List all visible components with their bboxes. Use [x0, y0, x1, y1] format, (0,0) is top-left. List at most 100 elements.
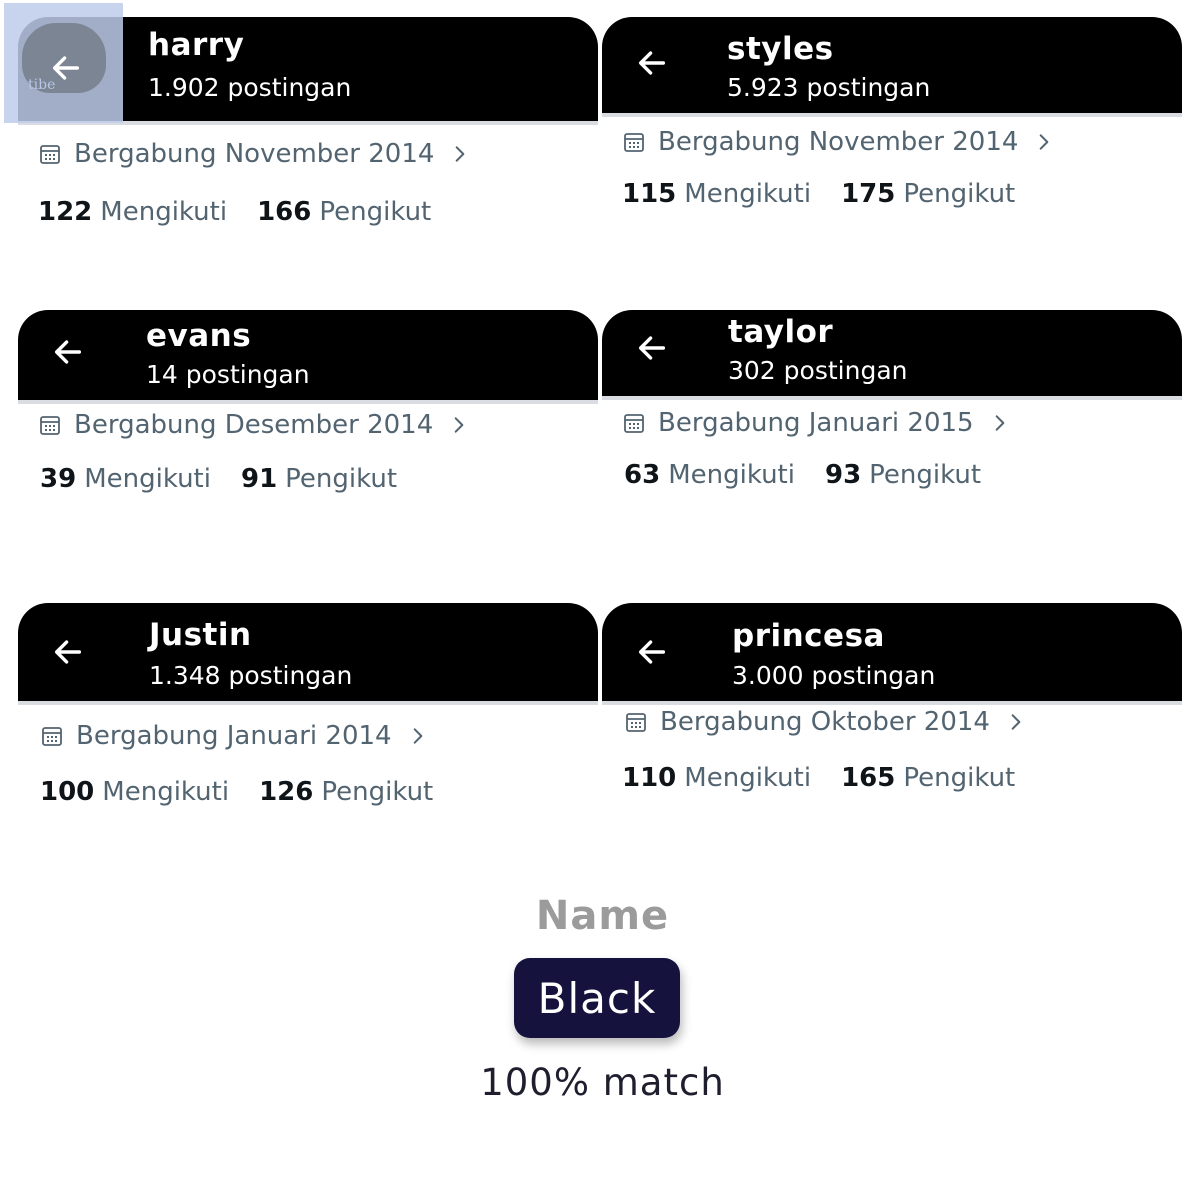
header-divider: [18, 400, 598, 404]
arrow-left-icon: [638, 640, 666, 664]
join-date-text: Bergabung November 2014: [74, 139, 435, 169]
chevron-right-icon: [413, 728, 422, 744]
calendar-icon: [624, 414, 644, 433]
profile-card-princesa: princesa 3.000 postingan Bergabung Oktob…: [602, 603, 1182, 863]
followers-link[interactable]: 165 Pengikut: [841, 763, 1015, 793]
followers-link[interactable]: 166 Pengikut: [257, 197, 431, 227]
following-label: Mengikuti: [100, 197, 228, 227]
following-link[interactable]: 110 Mengikuti: [622, 763, 811, 793]
back-button[interactable]: [48, 332, 88, 372]
calendar-icon: [626, 713, 646, 732]
profile-header: taylor 302 postingan: [602, 310, 1182, 396]
join-date-link[interactable]: Bergabung November 2014: [622, 127, 1054, 157]
post-count: 14 postingan: [146, 360, 310, 389]
calendar-icon: [40, 145, 60, 164]
watermark-text: tibe: [28, 77, 56, 93]
arrow-left-icon: [54, 640, 82, 664]
profile-name: taylor: [728, 314, 834, 350]
following-link[interactable]: 122 Mengikuti: [38, 197, 227, 227]
following-link[interactable]: 39 Mengikuti: [40, 464, 211, 494]
post-count: 3.000 postingan: [732, 661, 936, 690]
followers-count: 166: [257, 197, 312, 227]
arrow-left-icon: [638, 51, 666, 75]
profile-header: princesa 3.000 postingan: [602, 603, 1182, 701]
followers-label: Pengikut: [319, 197, 432, 227]
profile-card-styles: styles 5.923 postingan Bergabung Novembe…: [602, 17, 1182, 277]
profile-name: styles: [727, 31, 834, 67]
chevron-right-icon: [456, 146, 465, 162]
following-label: Mengikuti: [668, 460, 795, 490]
join-date-link[interactable]: Bergabung Januari 2015: [622, 408, 1010, 438]
profile-stats: 110 Mengikuti 165 Pengikut: [622, 763, 1015, 793]
profile-stats: 115 Mengikuti 175 Pengikut: [622, 179, 1015, 209]
followers-link[interactable]: 91 Pengikut: [241, 464, 397, 494]
following-label: Mengikuti: [84, 464, 211, 494]
header-divider: [602, 396, 1182, 400]
followers-count: 93: [824, 460, 862, 490]
following-label: Mengikuti: [102, 777, 230, 807]
following-count: 115: [622, 179, 677, 209]
post-count: 1.348 postingan: [149, 661, 353, 690]
following-link[interactable]: 115 Mengikuti: [622, 179, 811, 209]
back-button[interactable]: [48, 632, 88, 672]
profile-header: evans 14 postingan: [18, 310, 598, 400]
match-percentage: 100% match: [480, 1061, 725, 1104]
followers-link[interactable]: 93 Pengikut: [825, 460, 981, 490]
profile-stats: 63 Mengikuti 93 Pengikut: [624, 460, 981, 490]
post-count: 302 postingan: [728, 356, 908, 385]
join-date-link[interactable]: Bergabung November 2014: [38, 139, 470, 169]
following-count: 110: [622, 763, 677, 793]
followers-label: Pengikut: [869, 460, 982, 490]
post-count: 5.923 postingan: [727, 73, 931, 102]
join-date-text: Bergabung November 2014: [658, 127, 1019, 157]
followers-link[interactable]: 126 Pengikut: [259, 777, 433, 807]
result-label: Name: [535, 893, 670, 939]
join-date-link[interactable]: Bergabung Oktober 2014: [624, 707, 1026, 737]
post-count: 1.902 postingan: [148, 73, 352, 102]
back-button[interactable]: [632, 43, 672, 83]
calendar-icon: [40, 416, 60, 435]
profile-name: princesa: [732, 618, 885, 654]
join-date-text: Bergabung Oktober 2014: [660, 707, 990, 737]
join-date-link[interactable]: Bergabung Desember 2014: [38, 410, 469, 440]
header-divider: [18, 701, 598, 705]
join-date-text: Bergabung Januari 2015: [658, 408, 974, 438]
result-badge: Black: [514, 958, 680, 1038]
following-count: 39: [40, 464, 77, 494]
following-label: Mengikuti: [684, 763, 812, 793]
join-date-text: Bergabung Desember 2014: [74, 410, 434, 440]
chevron-right-icon: [1011, 714, 1021, 730]
profile-name: harry: [148, 27, 245, 63]
followers-label: Pengikut: [321, 777, 434, 807]
chevron-right-icon: [1040, 134, 1049, 150]
following-count: 63: [624, 460, 661, 490]
followers-label: Pengikut: [285, 464, 398, 494]
followers-count: 165: [841, 763, 896, 793]
profile-card-evans: evans 14 postingan Bergabung Desember 20…: [18, 310, 598, 570]
profile-header: Justin 1.348 postingan: [18, 603, 598, 701]
back-button[interactable]: [632, 632, 672, 672]
profile-stats: 122 Mengikuti 166 Pengikut: [38, 197, 431, 227]
profile-card-justin: Justin 1.348 postingan Bergabung Januari…: [18, 603, 598, 863]
profile-name: Justin: [149, 617, 252, 653]
following-link[interactable]: 63 Mengikuti: [624, 460, 795, 490]
calendar-icon: [42, 727, 62, 746]
following-label: Mengikuti: [684, 179, 812, 209]
following-count: 122: [38, 197, 93, 227]
arrow-left-icon: [638, 336, 666, 360]
followers-link[interactable]: 175 Pengikut: [841, 179, 1015, 209]
following-link[interactable]: 100 Mengikuti: [40, 777, 229, 807]
header-divider: [602, 113, 1182, 117]
profile-name: evans: [146, 318, 252, 354]
avatar-overlay: tibe: [4, 3, 123, 123]
followers-count: 175: [841, 179, 896, 209]
following-count: 100: [40, 777, 95, 807]
chevron-right-icon: [995, 415, 1004, 431]
join-date-link[interactable]: Bergabung Januari 2014: [40, 721, 428, 751]
back-button[interactable]: [632, 328, 672, 368]
profile-stats: 100 Mengikuti 126 Pengikut: [40, 777, 433, 807]
match-result-card: Name Black 100% match: [455, 855, 750, 1135]
profile-header: styles 5.923 postingan: [602, 17, 1182, 113]
followers-count: 91: [240, 464, 278, 494]
followers-count: 126: [259, 777, 314, 807]
